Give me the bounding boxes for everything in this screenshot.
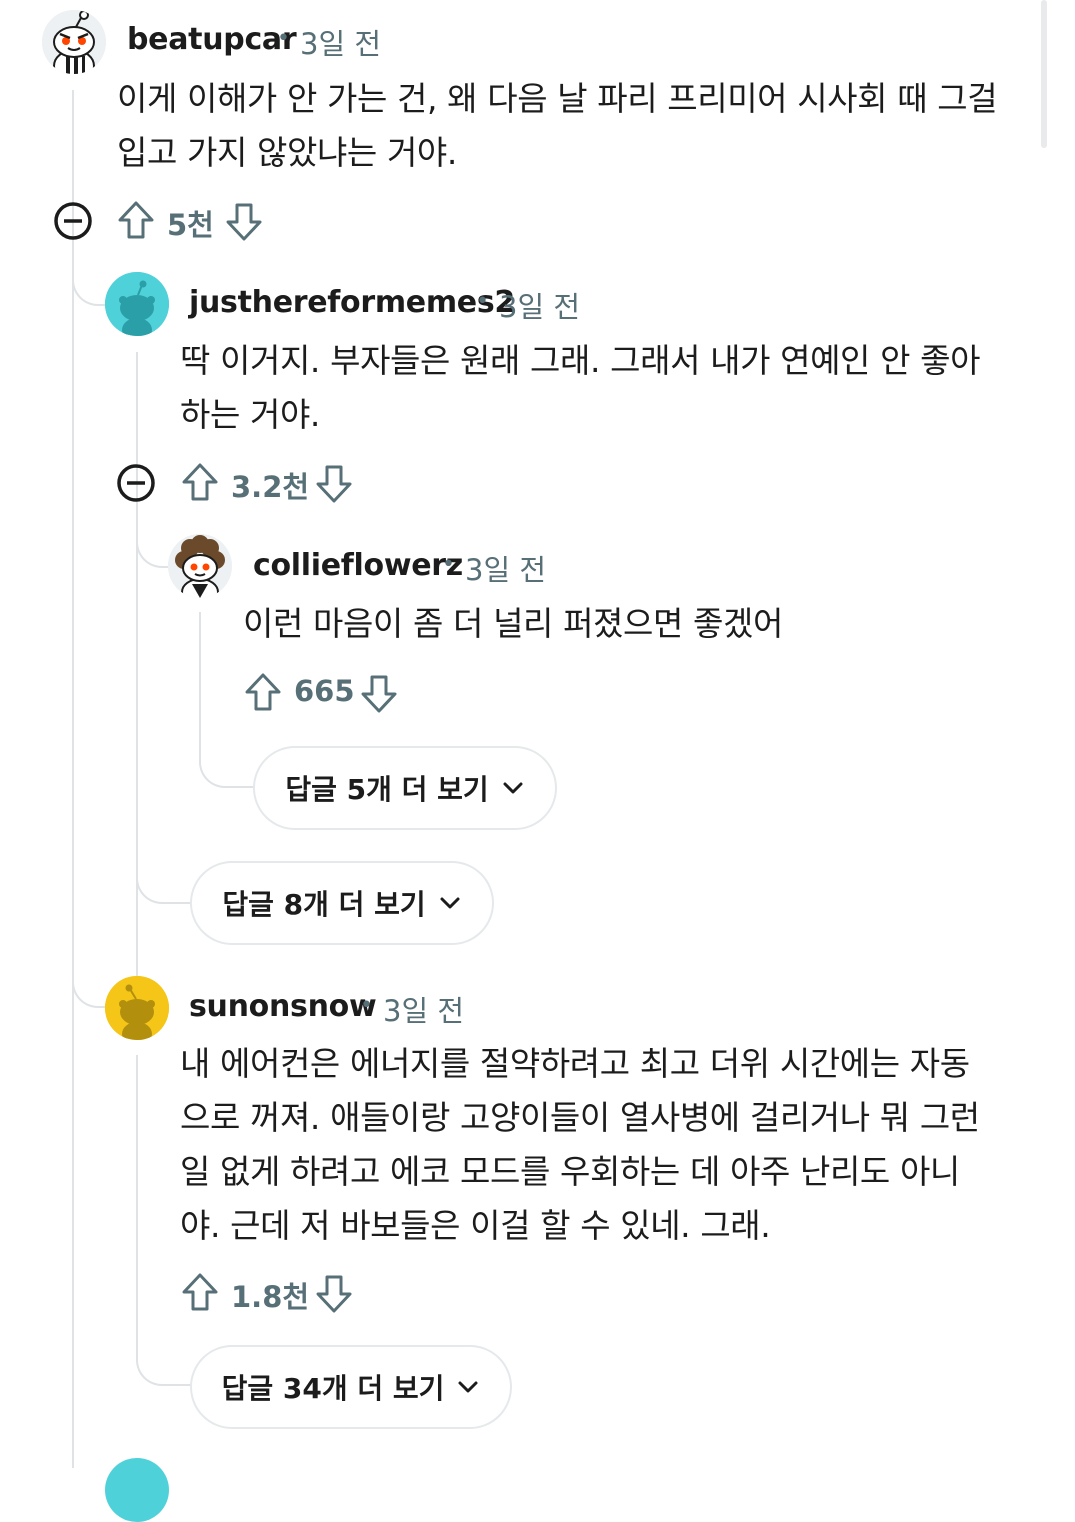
comment-body-line: 딱 이거지. 부자들은 원래 그래. 그래서 내가 연예인 안 좋아 xyxy=(180,341,981,380)
meta-separator: • xyxy=(277,26,290,51)
comment-timestamp: 3일 전 xyxy=(383,994,465,1028)
more-replies-label: 답글 5개 더 보기 xyxy=(285,773,489,806)
comment-body: 이런 마음이 좀 더 널리 퍼졌으면 좋겠어 xyxy=(243,597,783,651)
comment-body-line: 야. 근데 저 바보들은 이걸 할 수 있네. 그래. xyxy=(180,1206,771,1245)
vote-score: 3.2천 xyxy=(231,470,310,504)
avatar[interactable] xyxy=(105,976,169,1040)
vote-score: 1.8천 xyxy=(231,1280,310,1314)
comment-username[interactable]: sunonsnow xyxy=(189,989,377,1024)
more-replies-button[interactable]: 답글 8개 더 보기 xyxy=(190,861,494,945)
collapse-icon[interactable] xyxy=(115,462,157,504)
downvote-icon[interactable] xyxy=(313,1273,355,1315)
downvote-icon[interactable] xyxy=(358,673,400,715)
chevron-down-icon xyxy=(503,782,523,794)
vote-score: 665 xyxy=(294,674,355,708)
comment-body-line: 으로 꺼져. 애들이랑 고양이들이 열사병에 걸리거나 뭐 그런 xyxy=(180,1098,980,1137)
comment-body-line: 하는 거야. xyxy=(180,395,321,434)
snoo-avatar-icon xyxy=(105,272,169,336)
comment-timestamp: 3일 전 xyxy=(300,27,382,61)
thread-line-justhereformemes2[interactable] xyxy=(136,352,138,992)
comment-timestamp: 3일 전 xyxy=(465,553,547,587)
snoo-avatar-icon xyxy=(42,10,106,74)
comment-body-line: 입고 가지 않았냐는 거야. xyxy=(117,133,457,172)
comment-body: 이게 이해가 안 가는 건, 왜 다음 날 파리 프리미어 시사회 때 그걸 입… xyxy=(117,72,998,180)
thread-elbow xyxy=(72,950,110,1008)
comment-username[interactable]: beatupcar xyxy=(127,22,297,57)
more-replies-button[interactable]: 답글 34개 더 보기 xyxy=(190,1345,512,1429)
more-replies-button[interactable]: 답글 5개 더 보기 xyxy=(253,746,557,830)
comment-username[interactable]: justhereformemes2 xyxy=(189,285,515,320)
avatar[interactable] xyxy=(105,272,169,336)
upvote-icon[interactable] xyxy=(179,461,221,503)
meta-separator: • xyxy=(360,993,373,1018)
snoo-avatar-icon xyxy=(105,976,169,1040)
meta-separator: • xyxy=(442,552,455,577)
chevron-down-icon xyxy=(440,897,460,909)
comment-body-line: 일 없게 하려고 에코 모드를 우회하는 데 아주 난리도 아니 xyxy=(180,1152,960,1191)
vote-score: 5천 xyxy=(167,208,214,242)
comment-body-line: 이게 이해가 안 가는 건, 왜 다음 날 파리 프리미어 시사회 때 그걸 xyxy=(117,79,998,118)
thread-elbow xyxy=(136,868,192,904)
meta-separator: • xyxy=(476,289,489,314)
snoo-avatar-icon xyxy=(168,534,232,598)
comment-body: 딱 이거지. 부자들은 원래 그래. 그래서 내가 연예인 안 좋아 하는 거야… xyxy=(180,334,980,442)
more-replies-label: 답글 34개 더 보기 xyxy=(221,1372,445,1405)
upvote-icon[interactable] xyxy=(242,671,284,713)
comment-username[interactable]: collieflowerz xyxy=(253,548,463,583)
thread-line-collieflowerz[interactable] xyxy=(199,612,201,752)
more-replies-label: 답글 8개 더 보기 xyxy=(222,888,426,921)
chevron-down-icon xyxy=(458,1381,478,1393)
thread-elbow xyxy=(136,1320,192,1386)
downvote-icon[interactable] xyxy=(313,463,355,505)
avatar[interactable] xyxy=(42,10,106,74)
thread-line-root[interactable] xyxy=(72,90,74,1468)
scrollbar[interactable] xyxy=(1041,0,1047,148)
collapse-icon[interactable] xyxy=(52,200,94,242)
comment-body-line: 이런 마음이 좀 더 널리 퍼졌으면 좋겠어 xyxy=(243,604,783,643)
comment-body: 내 에어컨은 에너지를 절약하려고 최고 더위 시간에는 자동 으로 꺼져. 애… xyxy=(180,1037,980,1253)
avatar[interactable] xyxy=(168,534,232,598)
comment-body-line: 내 에어컨은 에너지를 절약하려고 최고 더위 시간에는 자동 xyxy=(180,1044,970,1083)
upvote-icon[interactable] xyxy=(115,199,157,241)
upvote-icon[interactable] xyxy=(179,1271,221,1313)
thread-elbow xyxy=(199,752,255,788)
downvote-icon[interactable] xyxy=(223,201,265,243)
thread-line-sunonsnow[interactable] xyxy=(136,1055,138,1325)
comment-timestamp: 3일 전 xyxy=(499,290,581,324)
